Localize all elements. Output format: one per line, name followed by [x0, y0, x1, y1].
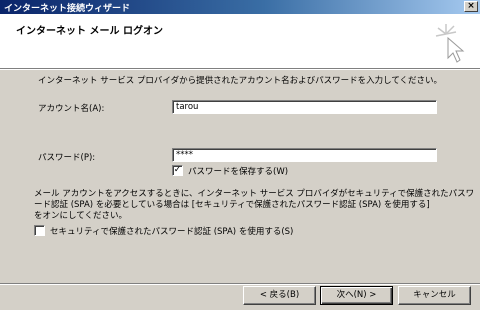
account-name-input[interactable]: tarou: [172, 100, 437, 114]
close-icon: ×: [467, 1, 475, 11]
spa-checkbox-box: [34, 225, 45, 236]
spa-label: セキュリティで保護されたパスワード認証 (SPA) を使用する(S): [50, 227, 294, 237]
back-button[interactable]: < 戻る(B): [243, 286, 316, 305]
password-input[interactable]: ****: [172, 148, 437, 162]
title-bar[interactable]: インターネット接続ウィザード ×: [0, 0, 480, 14]
spa-note-line-3: をオンにしてください。: [34, 211, 127, 221]
wizard-cursor-icon: [435, 24, 465, 63]
password-label: パスワード(P):: [38, 153, 96, 163]
window-title: インターネット接続ウィザード: [4, 4, 131, 14]
page-title: インターネット メール ログオン: [16, 26, 163, 37]
cancel-button[interactable]: キャンセル: [398, 286, 471, 305]
button-separator: [0, 283, 480, 285]
instruction-text: インターネット サービス プロバイダから提供されたアカウント名およびパスワードを…: [38, 76, 443, 86]
next-button[interactable]: 次へ(N) >: [320, 286, 393, 305]
account-name-label: アカウント名(A):: [38, 104, 105, 114]
save-password-label: パスワードを保存する(W): [188, 167, 289, 177]
wizard-header: インターネット メール ログオン: [0, 14, 480, 69]
close-button[interactable]: ×: [464, 1, 478, 12]
checkmark-icon: ✓: [172, 165, 183, 176]
